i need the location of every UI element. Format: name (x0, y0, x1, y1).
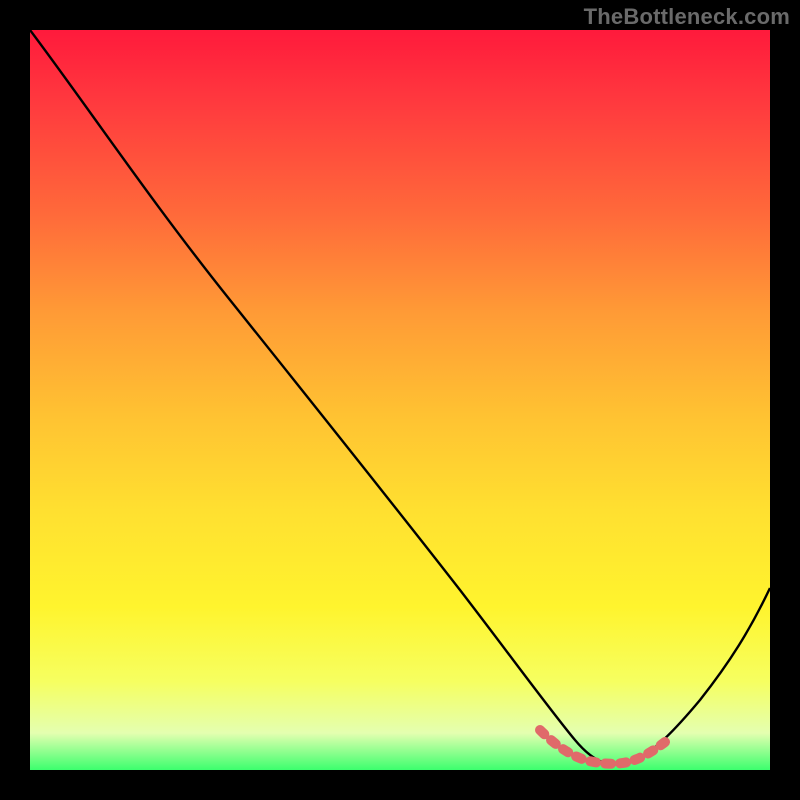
bottleneck-curve (30, 30, 770, 764)
optimal-band (540, 730, 665, 764)
chart-frame: TheBottleneck.com (0, 0, 800, 800)
plot-area (30, 30, 770, 770)
curve-layer (30, 30, 770, 770)
watermark-text: TheBottleneck.com (584, 4, 790, 30)
